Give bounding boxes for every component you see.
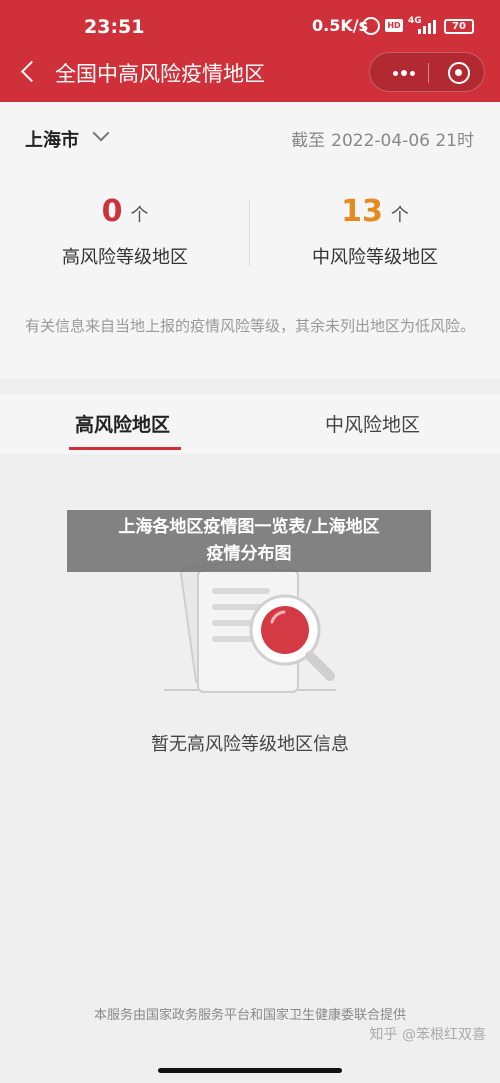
app-header: 23:51 0.5K/s HD 4G 70 全国中高风险疫情地区: [0, 0, 500, 102]
overlay-banner: 上海各地区疫情图一览表/上海地区 疫情分布图: [67, 510, 431, 572]
signal-icon: [418, 20, 436, 34]
more-dots-icon[interactable]: [384, 53, 422, 93]
high-risk-count: 0: [101, 194, 123, 229]
status-bar: 23:51 0.5K/s HD 4G 70: [0, 0, 500, 48]
risk-tabs: 高风险地区 中风险地区: [0, 394, 500, 454]
tab-mid-risk[interactable]: 中风险地区: [325, 410, 420, 437]
high-risk-stat: 0个 高风险等级地区: [0, 194, 250, 269]
as-of-time: 截至 2022-04-06 21时: [285, 126, 474, 151]
as-of-value: 2022-04-06 21时: [331, 131, 474, 151]
empty-state-message: 暂无高风险等级地区信息: [151, 734, 349, 755]
high-risk-unit: 个: [130, 205, 149, 226]
risk-note: 有关信息来自当地上报的疫情风险等级，其余未列出地区为低风险。: [25, 317, 476, 335]
target-icon[interactable]: [448, 62, 470, 84]
status-time: 23:51: [84, 16, 145, 38]
page-title: 全国中高风险疫情地区: [55, 62, 265, 86]
service-note: 本服务由国家政务服务平台和国家卫生健康委联合提供: [93, 1008, 406, 1023]
mid-risk-label: 中风险等级地区: [312, 247, 438, 268]
as-of-label: 截至: [291, 131, 326, 151]
capsule-divider: [428, 63, 429, 83]
mid-risk-stat: 13 个 中风险等级地区: [250, 194, 500, 269]
risk-summary-card: 上海市 截至 2022-04-06 21时 0个 高风险等级地区 13 个 中风险等…: [0, 102, 500, 378]
hd-badge: HD: [385, 19, 403, 32]
mid-risk-count: 13: [341, 194, 383, 229]
watermark: 知乎 @笨根红双喜: [369, 1027, 486, 1043]
battery-icon: 70: [444, 19, 474, 34]
back-icon[interactable]: [18, 60, 42, 84]
mini-program-capsule: [369, 52, 485, 92]
home-indicator[interactable]: [158, 1068, 342, 1073]
network-speed: 0.5K/s: [312, 16, 369, 35]
alarm-icon: [362, 17, 380, 35]
mid-risk-unit: 个: [390, 205, 409, 226]
banner-line-2: 疫情分布图: [206, 544, 292, 564]
banner-line-1: 上海各地区疫情图一览表/上海地区: [118, 517, 380, 537]
tab-high-risk[interactable]: 高风险地区: [75, 410, 170, 437]
chevron-down-icon[interactable]: [92, 124, 110, 142]
city-selector[interactable]: 上海市: [25, 126, 79, 152]
active-tab-indicator: [69, 447, 181, 450]
high-risk-label: 高风险等级地区: [62, 247, 188, 268]
